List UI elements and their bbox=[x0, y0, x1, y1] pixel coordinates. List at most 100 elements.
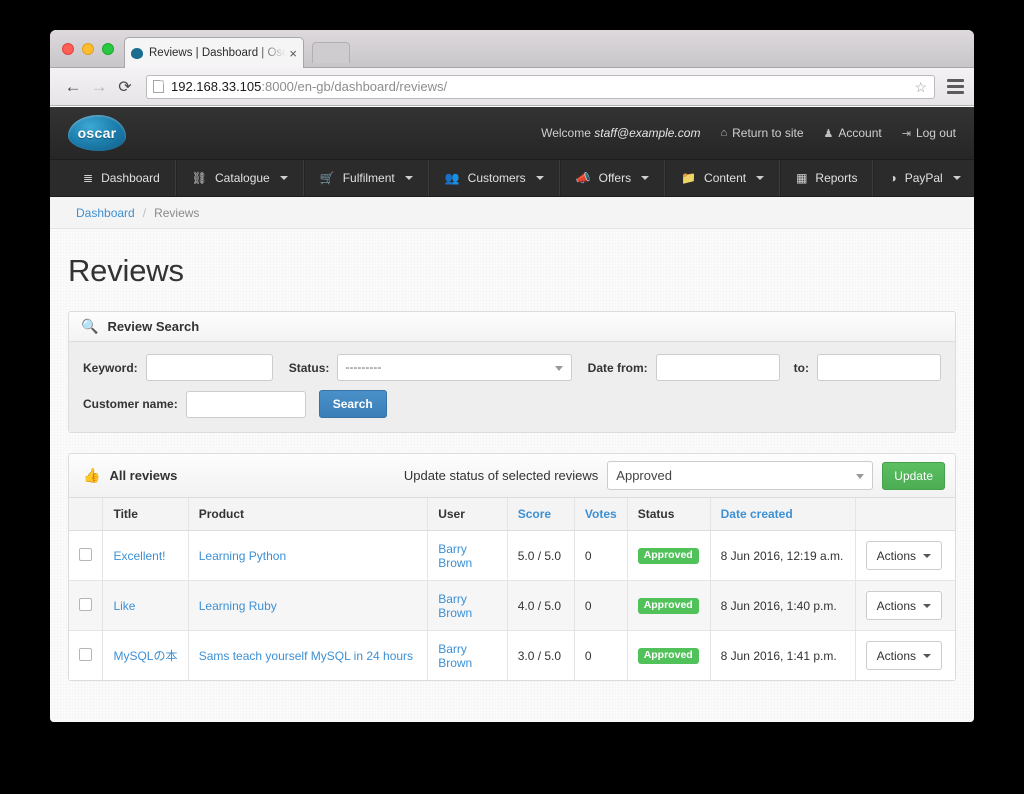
return-to-site-link[interactable]: ⌂ Return to site bbox=[720, 126, 803, 140]
page-document-icon bbox=[153, 80, 164, 93]
breadcrumb-dashboard-link[interactable]: Dashboard bbox=[76, 206, 135, 220]
globe-icon: ◑ bbox=[889, 171, 897, 185]
nav-item-reports[interactable]: ▦ Reports bbox=[780, 160, 874, 196]
new-tab-button[interactable] bbox=[312, 42, 350, 63]
close-window-button[interactable] bbox=[62, 43, 74, 55]
sort-score-link[interactable]: Score bbox=[518, 507, 551, 521]
account-link[interactable]: ♟ Account bbox=[824, 126, 882, 140]
row-actions-cell: Actions bbox=[855, 631, 955, 681]
row-checkbox-cell[interactable] bbox=[69, 530, 104, 581]
oscar-logo[interactable]: oscar bbox=[68, 115, 126, 151]
reload-icon[interactable]: ⟳ bbox=[112, 74, 138, 100]
row-checkbox[interactable] bbox=[79, 547, 93, 561]
main-navigation: ≣ Dashboard ⛓ Catalogue 🛒 Fulfilment 👥 C… bbox=[50, 159, 974, 197]
user-link[interactable]: Barry Brown bbox=[438, 642, 472, 670]
review-title-link[interactable]: Like bbox=[113, 599, 135, 613]
col-score[interactable]: Score bbox=[507, 498, 575, 531]
customer-name-label: Customer name: bbox=[83, 397, 178, 411]
megaphone-icon: 📣 bbox=[575, 171, 591, 185]
nav-item-catalogue[interactable]: ⛓ Catalogue bbox=[175, 160, 304, 196]
actions-button[interactable]: Actions bbox=[865, 641, 942, 670]
menu-hamburger-icon[interactable] bbox=[947, 79, 964, 94]
close-tab-icon[interactable]: × bbox=[289, 47, 297, 60]
col-user: User bbox=[427, 498, 508, 531]
user-link[interactable]: Barry Brown bbox=[438, 542, 472, 570]
nav-label-paypal: PayPal bbox=[904, 171, 943, 185]
table-row: Like Learning Ruby Barry Brown 4.0 / 5.0… bbox=[69, 580, 955, 631]
address-bar[interactable]: 192.168.33.105 :8000/en-gb/dashboard/rev… bbox=[146, 74, 935, 99]
page-content: oscar Welcome staff@example.com ⌂ Return… bbox=[50, 107, 974, 722]
sort-date-created-link[interactable]: Date created bbox=[721, 507, 793, 521]
product-link[interactable]: Sams teach yourself MySQL in 24 hours bbox=[199, 649, 413, 663]
maximize-window-button[interactable] bbox=[102, 43, 114, 55]
grid-list-icon: ≣ bbox=[83, 171, 94, 185]
nav-item-customers[interactable]: 👥 Customers bbox=[428, 160, 560, 196]
window-traffic-lights bbox=[62, 43, 114, 55]
review-title-link[interactable]: Excellent! bbox=[113, 549, 165, 563]
logout-icon: ⇥ bbox=[901, 127, 911, 140]
user-link[interactable]: Barry Brown bbox=[438, 592, 472, 620]
row-checkbox-cell[interactable] bbox=[69, 580, 104, 631]
review-search-body: Keyword: Status: --------- Date from: to… bbox=[69, 342, 955, 432]
browser-tab[interactable]: Reviews | Dashboard | Osc × bbox=[124, 37, 304, 68]
row-status-cell: Approved bbox=[627, 630, 711, 680]
col-date-created[interactable]: Date created bbox=[710, 498, 856, 531]
bulk-status-select[interactable]: Approved bbox=[607, 461, 874, 490]
bar-chart-icon: ▦ bbox=[796, 171, 808, 185]
back-icon[interactable]: ← bbox=[60, 74, 86, 100]
row-title-cell: MySQLの本 bbox=[102, 630, 189, 680]
bulk-update-label: Update status of selected reviews bbox=[403, 468, 599, 483]
nav-label-dashboard: Dashboard bbox=[101, 171, 160, 185]
url-host: 192.168.33.105 bbox=[171, 79, 262, 94]
minimize-window-button[interactable] bbox=[82, 43, 94, 55]
col-votes[interactable]: Votes bbox=[574, 498, 628, 531]
date-from-label: Date from: bbox=[587, 360, 648, 375]
table-header-row: Title Product User Score Votes Status Da… bbox=[69, 498, 955, 531]
chevron-down-icon bbox=[923, 653, 931, 658]
users-group-icon: 👥 bbox=[444, 171, 460, 185]
product-link[interactable]: Learning Ruby bbox=[199, 599, 277, 613]
date-from-input[interactable] bbox=[655, 354, 780, 381]
nav-item-content[interactable]: 📁 Content bbox=[665, 160, 781, 196]
log-out-link[interactable]: ⇥ Log out bbox=[902, 126, 956, 140]
chevron-down-icon bbox=[641, 176, 650, 180]
row-user-cell: Barry Brown bbox=[427, 580, 508, 631]
col-actions bbox=[855, 498, 955, 531]
customer-name-input[interactable] bbox=[185, 390, 306, 418]
forward-icon[interactable]: → bbox=[86, 74, 112, 100]
actions-button-label: Actions bbox=[876, 548, 916, 563]
nav-item-offers[interactable]: 📣 Offers bbox=[559, 160, 666, 196]
row-product-cell: Learning Ruby bbox=[188, 580, 429, 631]
update-button[interactable]: Update bbox=[882, 461, 945, 490]
status-badge: Approved bbox=[637, 648, 699, 664]
keyword-input[interactable] bbox=[145, 354, 273, 381]
date-to-input[interactable] bbox=[817, 354, 941, 381]
product-link[interactable]: Learning Python bbox=[199, 549, 286, 563]
search-button[interactable]: Search bbox=[318, 390, 387, 418]
col-status: Status bbox=[627, 498, 711, 531]
row-votes-cell: 0 bbox=[574, 630, 628, 680]
chevron-down-icon bbox=[554, 365, 563, 371]
nav-item-dashboard[interactable]: ≣ Dashboard bbox=[68, 160, 176, 196]
nav-label-catalogue: Catalogue bbox=[215, 171, 270, 185]
actions-button[interactable]: Actions bbox=[865, 591, 942, 620]
sort-votes-link[interactable]: Votes bbox=[585, 507, 617, 521]
keyword-label: Keyword: bbox=[83, 360, 138, 375]
browser-window: Reviews | Dashboard | Osc × ← → ⟳ 192.16… bbox=[50, 30, 974, 722]
bookmark-star-icon[interactable]: ☆ bbox=[914, 79, 927, 96]
nav-item-fulfilment[interactable]: 🛒 Fulfilment bbox=[303, 160, 429, 196]
chevron-down-icon bbox=[923, 553, 931, 558]
row-checkbox-cell[interactable] bbox=[69, 630, 104, 680]
status-select[interactable]: --------- bbox=[337, 354, 572, 381]
col-product: Product bbox=[188, 498, 429, 531]
thumbs-up-icon: 👍 bbox=[83, 467, 101, 483]
status-badge: Approved bbox=[637, 548, 699, 564]
actions-button[interactable]: Actions bbox=[865, 541, 942, 570]
row-checkbox[interactable] bbox=[79, 647, 93, 661]
row-checkbox[interactable] bbox=[79, 597, 93, 611]
row-status-cell: Approved bbox=[627, 530, 711, 581]
review-title-link[interactable]: MySQLの本 bbox=[113, 649, 177, 663]
nav-item-paypal[interactable]: ◑ PayPal bbox=[873, 160, 974, 196]
browser-tabstrip: Reviews | Dashboard | Osc × bbox=[50, 30, 974, 68]
reviews-table-head: Title Product User Score Votes Status Da… bbox=[69, 498, 955, 531]
